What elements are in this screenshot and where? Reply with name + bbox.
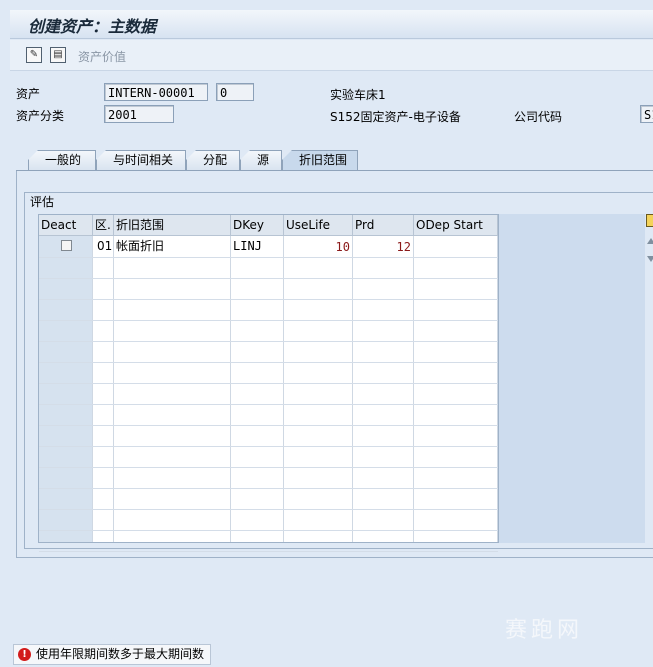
col-deact	[39, 236, 93, 542]
company-code-label: 公司代码	[514, 110, 563, 124]
table-row-line	[39, 467, 498, 468]
table-row-line	[39, 488, 498, 489]
tab-origin[interactable]: 源	[240, 150, 282, 170]
table-row-line	[39, 383, 498, 384]
table-row-line	[39, 446, 498, 447]
status-bar-message[interactable]: ! 使用年限期间数多于最大期间数	[13, 644, 212, 665]
col-header-uselife[interactable]: UseLife	[284, 215, 353, 236]
table-row-line	[39, 362, 498, 363]
col-prd	[353, 236, 414, 542]
tab-time-dependent[interactable]: 与时间相关	[96, 150, 186, 170]
table-row-line	[39, 278, 498, 279]
table-row-1-area[interactable]: 01	[95, 236, 114, 257]
page-title: 创建资产：主数据	[28, 17, 157, 36]
col-uselife	[284, 236, 353, 542]
col-header-odep-start[interactable]: ODep Start	[414, 215, 498, 236]
table-row-line	[39, 530, 498, 531]
table-row-line	[39, 341, 498, 342]
table-settings-icon[interactable]	[646, 214, 653, 227]
title-bar: 创建资产：主数据	[10, 10, 653, 39]
tab-depreciation-areas[interactable]: 折旧范围	[282, 150, 358, 170]
asset-value-button[interactable]: 资产价值	[78, 48, 126, 65]
asset-class-label: 资产分类	[16, 109, 65, 123]
table-row-1-deact[interactable]	[39, 236, 93, 257]
table-row-1-dkey[interactable]: LINJ	[231, 236, 284, 257]
scroll-up-arrow-icon[interactable]	[647, 238, 653, 244]
deact-checkbox[interactable]	[61, 240, 72, 251]
col-odep-start	[414, 236, 498, 542]
company-code-field[interactable]: S1	[640, 105, 653, 123]
table-empty-area	[499, 214, 645, 543]
table-row-line	[39, 425, 498, 426]
table-row-line	[39, 551, 498, 552]
asset-description: 实验车床1	[330, 88, 386, 102]
table-row-1-odep-start[interactable]	[414, 236, 498, 257]
col-area	[93, 236, 114, 542]
table-row-1-area-name[interactable]: 帐面折旧	[114, 236, 231, 257]
col-header-area[interactable]: 区.	[93, 215, 114, 236]
col-area-name	[114, 236, 231, 542]
table-row-line	[39, 320, 498, 321]
table-row-line	[39, 404, 498, 405]
table-row-1-prd[interactable]: 12	[353, 237, 413, 257]
col-dkey	[231, 236, 284, 542]
col-header-deact[interactable]: Deact	[39, 215, 93, 236]
table-row-line	[39, 299, 498, 300]
tab-allocations[interactable]: 分配	[186, 150, 240, 170]
asset-number-field[interactable]: INTERN-00001	[104, 83, 208, 101]
watermark-logo: 赛跑网	[505, 618, 584, 643]
col-header-prd[interactable]: Prd	[353, 215, 414, 236]
valuation-group-title: 评估	[30, 195, 55, 209]
error-icon: !	[18, 648, 31, 661]
depreciation-table: Deact 区. 折旧范围 DKey UseLife Prd ODep Star…	[38, 214, 499, 552]
table-row-1-uselife[interactable]: 10	[284, 237, 352, 257]
scroll-down-arrow-icon[interactable]	[647, 256, 653, 262]
toolbar: ✎ ▤ 资产价值	[10, 40, 653, 71]
asset-class-field[interactable]: 2001	[104, 105, 174, 123]
asset-label: 资产	[16, 87, 41, 101]
table-row-line	[39, 509, 498, 510]
document-icon[interactable]: ▤	[50, 47, 66, 63]
col-header-dkey[interactable]: DKey	[231, 215, 284, 236]
asset-class-description: S152固定资产-电子设备	[330, 110, 461, 124]
display-change-icon[interactable]: ✎	[26, 47, 42, 63]
sub-number-field[interactable]: 0	[216, 83, 254, 101]
col-header-area-name[interactable]: 折旧范围	[114, 215, 231, 236]
tab-general[interactable]: 一般的	[28, 150, 96, 170]
table-row-line	[39, 257, 498, 258]
status-message-text: 使用年限期间数多于最大期间数	[36, 647, 205, 661]
